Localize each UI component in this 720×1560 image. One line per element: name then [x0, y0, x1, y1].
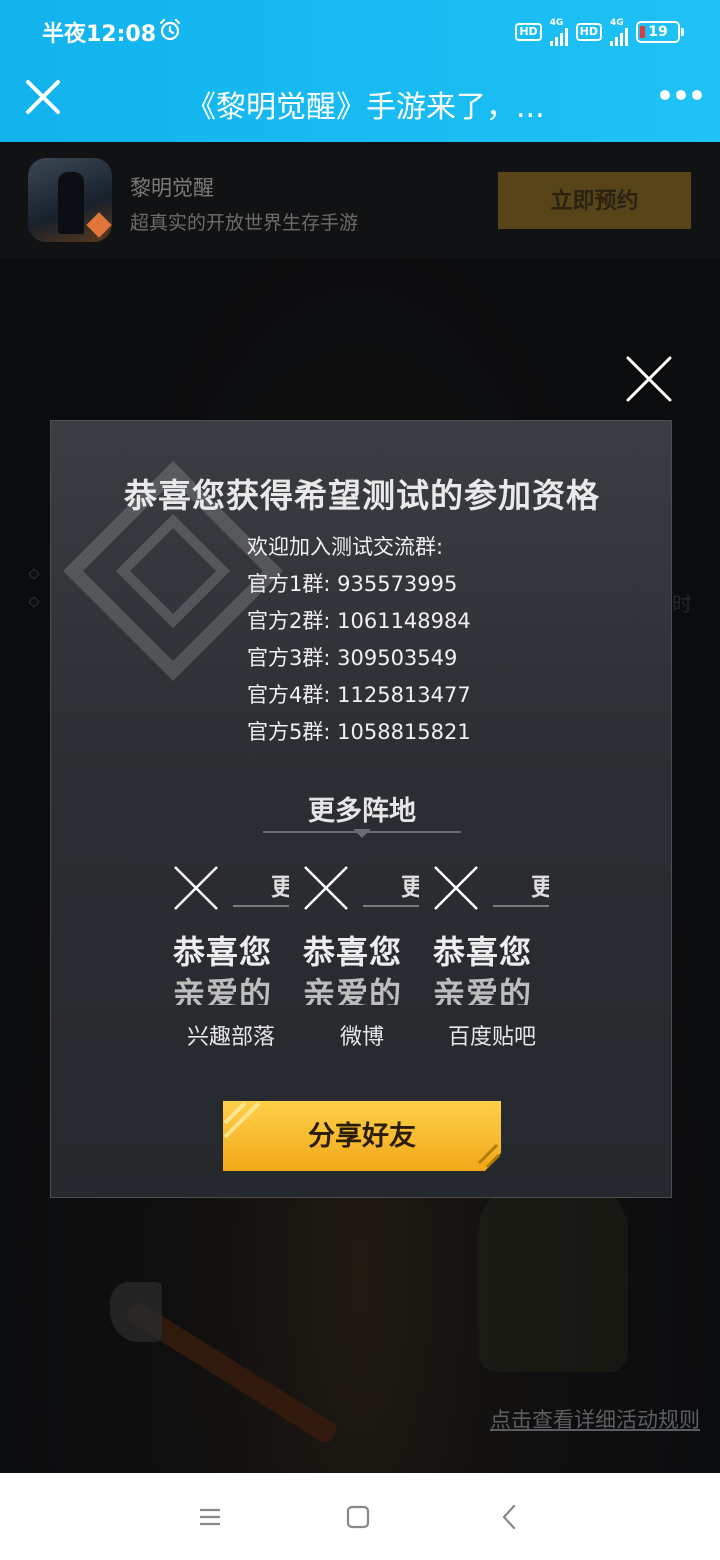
signal-icon-2: 4G — [610, 18, 628, 46]
reserve-button[interactable]: 立即预约 — [498, 172, 691, 229]
broken-image-icon — [434, 866, 478, 910]
app-icon[interactable] — [28, 158, 112, 242]
group-list: 欢迎加入测试交流群: 官方1群: 935573995 官方2群: 1061148… — [247, 529, 471, 751]
group-number: 935573995 — [337, 572, 458, 596]
battery-level: 19 — [648, 24, 668, 40]
battery-icon: 19 — [636, 21, 684, 43]
group-row: 官方2群: 1061148984 — [247, 609, 471, 633]
home-icon[interactable] — [342, 1501, 374, 1533]
system-nav-bar — [0, 1473, 720, 1560]
hd-badge-2: HD — [575, 23, 602, 41]
group-number: 1061148984 — [337, 609, 471, 633]
status-time: 半夜12:08 — [42, 22, 157, 47]
tile-label-interest-tribe[interactable]: 兴趣部落 — [156, 1019, 306, 1051]
share-button-label: 分享好友 — [308, 1121, 416, 1151]
group-row: 官方4群: 1125813477 — [247, 683, 471, 707]
welcome-text: 欢迎加入测试交流群: — [247, 535, 444, 559]
group-number: 1058815821 — [337, 720, 471, 744]
close-icon[interactable] — [625, 355, 673, 403]
menu-icon[interactable] — [194, 1501, 226, 1533]
group-row: 官方1群: 935573995 — [247, 572, 458, 596]
rules-link[interactable]: 点击查看详细活动规则 — [490, 1404, 700, 1434]
group-number: 309503549 — [337, 646, 458, 670]
app-banner: 黎明觉醒 超真实的开放世界生存手游 立即预约 — [0, 142, 720, 258]
divider-arrow — [353, 829, 371, 838]
tile-weibo[interactable]: 更 恭喜您 亲爱的 — [303, 865, 419, 1005]
tile-label-weibo[interactable]: 微博 — [287, 1019, 437, 1051]
qualification-dialog: 恭喜您获得希望测试的参加资格 欢迎加入测试交流群: 官方1群: 93557399… — [50, 420, 672, 1198]
app-name: 黎明觉醒 — [130, 176, 214, 200]
alarm-icon — [159, 18, 181, 41]
more-icon[interactable] — [660, 90, 702, 100]
broken-image-icon — [174, 866, 218, 910]
hd-badge: HD — [515, 23, 542, 41]
back-icon[interactable] — [494, 1501, 526, 1533]
tile-label-baidu-tieba[interactable]: 百度贴吧 — [417, 1019, 567, 1051]
group-row: 官方5群: 1058815821 — [247, 720, 471, 744]
signal-icon: 4G — [549, 18, 568, 46]
group-number: 1125813477 — [337, 683, 471, 707]
share-friends-button[interactable]: 分享好友 — [223, 1101, 501, 1171]
tile-baidu-tieba[interactable]: 更 恭喜您 亲爱的 — [433, 865, 549, 1005]
dialog-title: 恭喜您获得希望测试的参加资格 — [124, 476, 600, 515]
broken-image-icon — [304, 866, 348, 910]
more-section-title: 更多阵地 — [308, 796, 416, 827]
app-description: 超真实的开放世界生存手游 — [130, 212, 359, 234]
page-title: 《黎明觉醒》手游来了，... — [186, 90, 545, 125]
close-icon[interactable] — [24, 78, 62, 116]
tile-interest-tribe[interactable]: 更 恭喜您 亲爱的 — [173, 865, 289, 1005]
group-row: 官方3群: 309503549 — [247, 646, 458, 670]
title-bar: 《黎明觉醒》手游来了，... — [0, 64, 720, 142]
status-bar: 半夜12:08 HD 4G HD 4G 19 — [0, 0, 720, 64]
